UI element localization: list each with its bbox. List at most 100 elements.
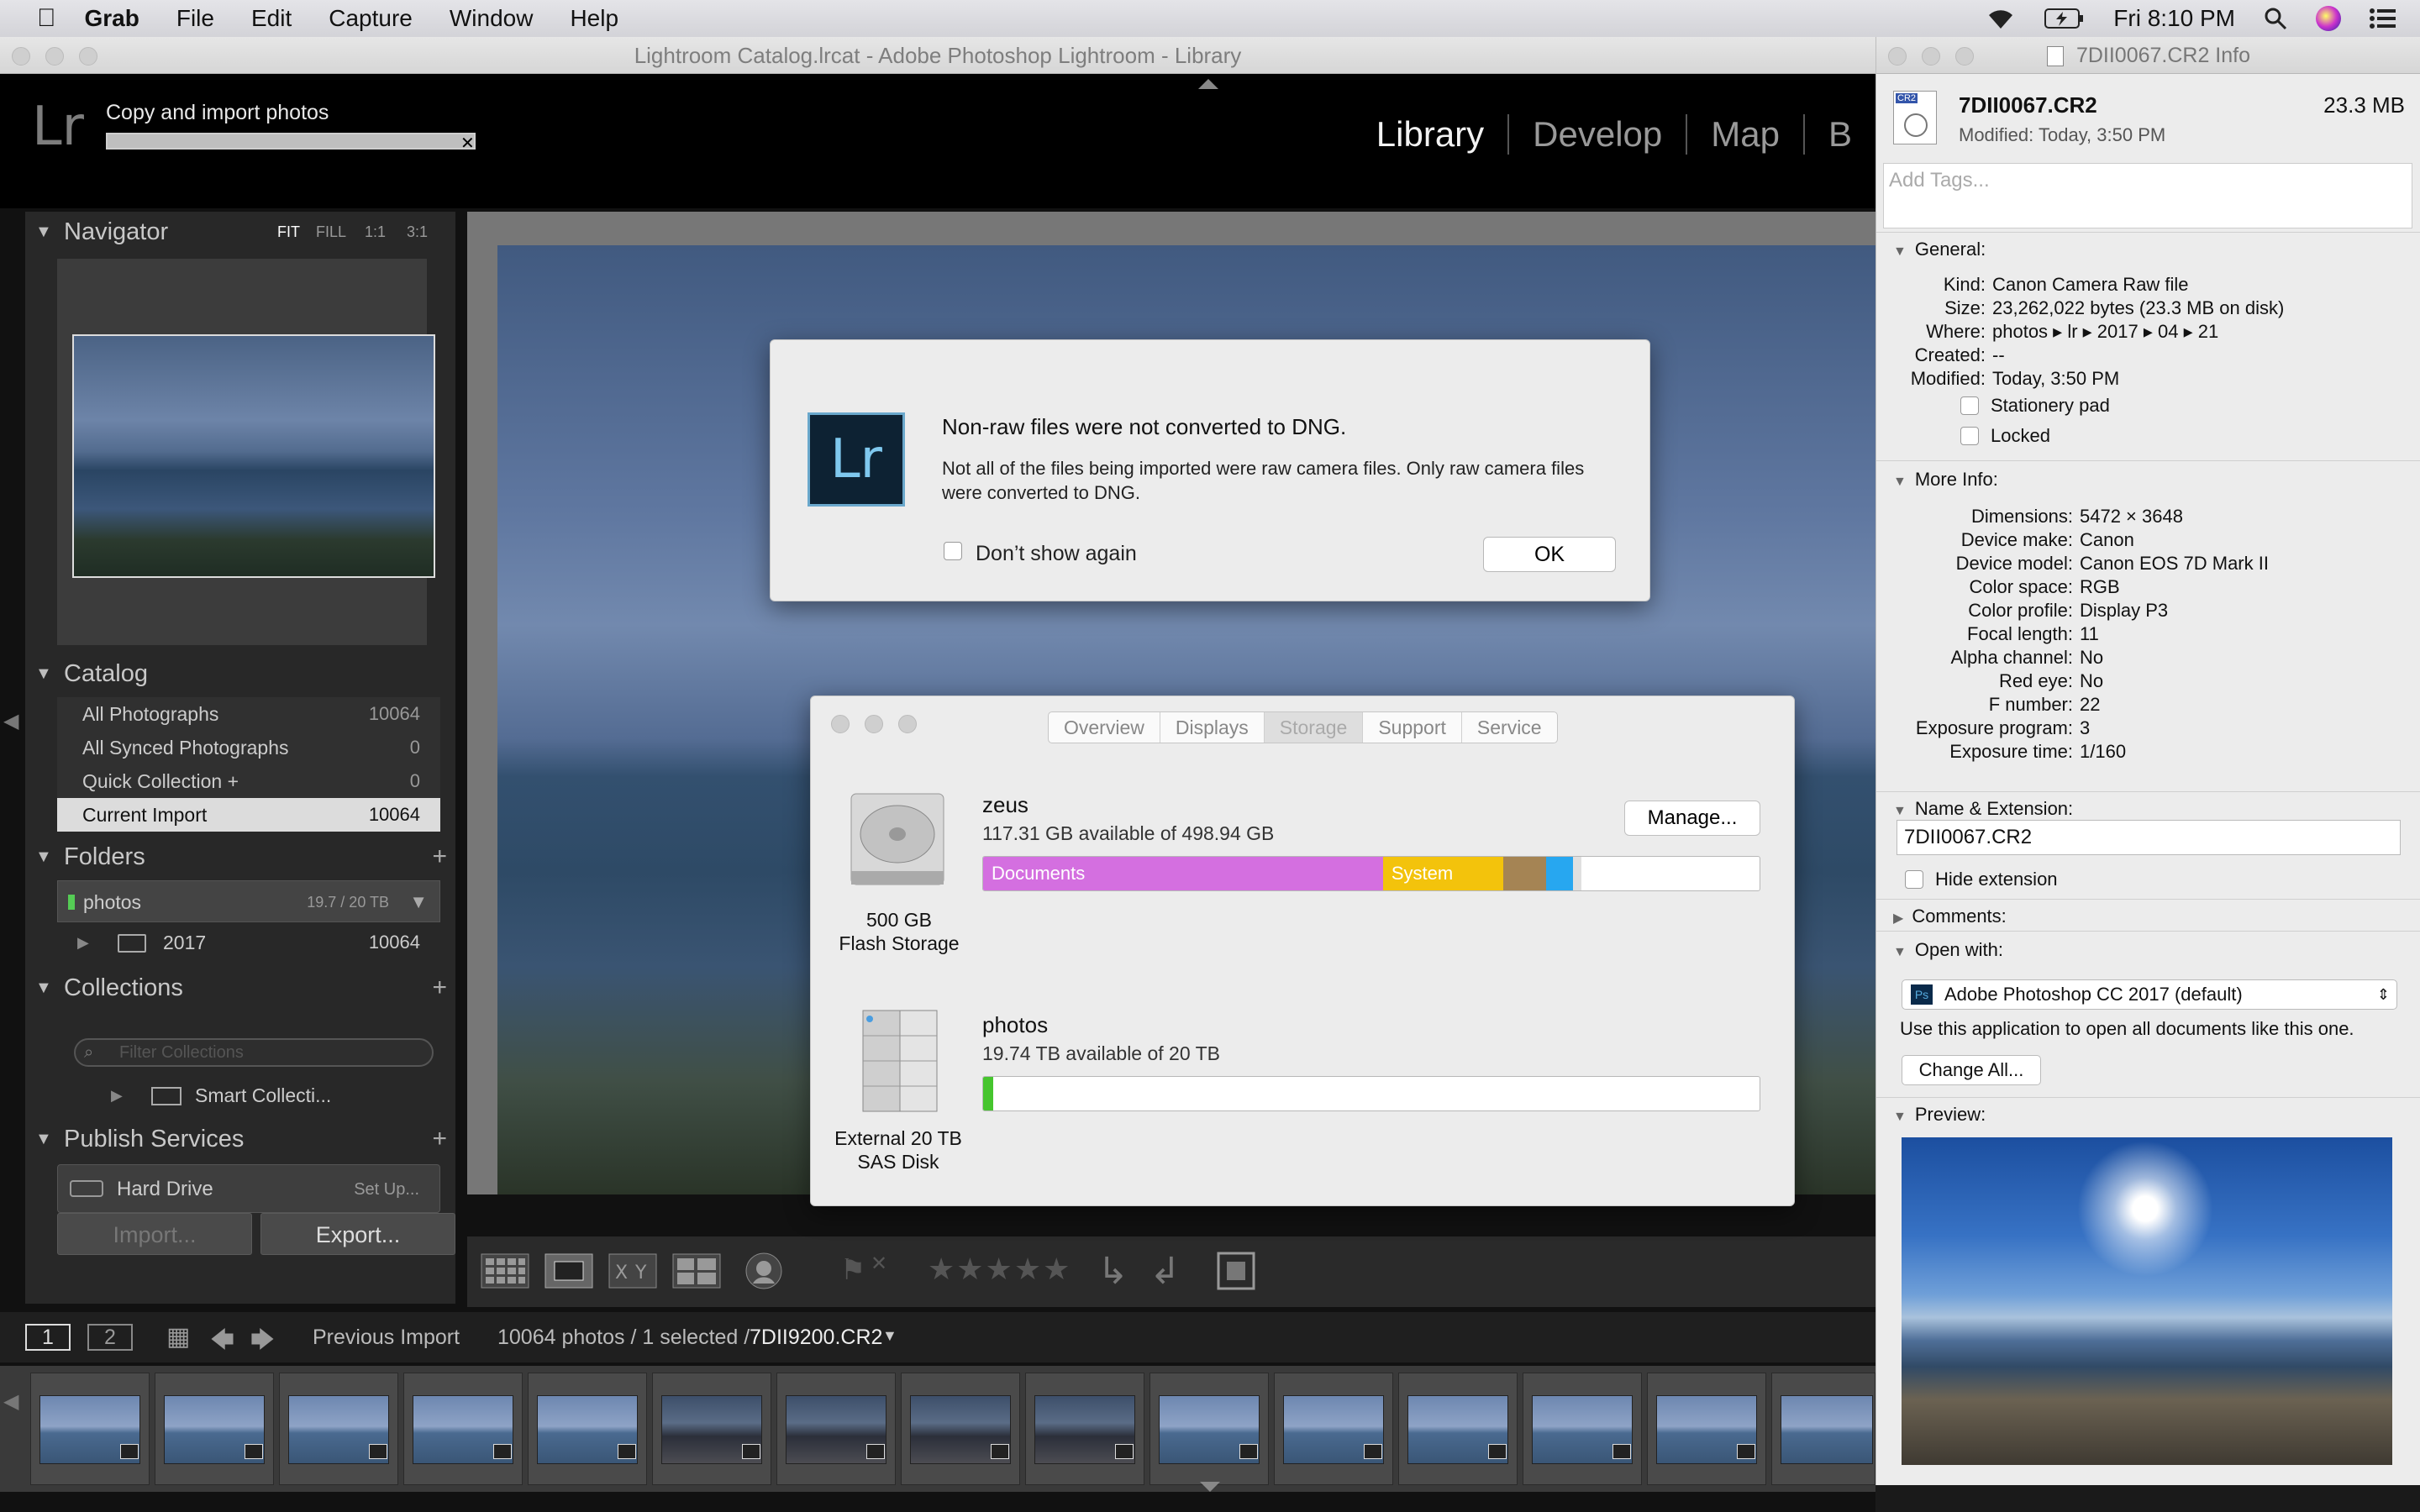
section-open-with[interactable]: ▼ Open with: (1893, 939, 2003, 961)
tab-service[interactable]: Service (1462, 712, 1557, 743)
disclosure-open-icon[interactable]: ▼ (1893, 244, 1907, 259)
window-minimize-button[interactable] (865, 715, 883, 733)
window-zoom-button[interactable] (898, 715, 917, 733)
collapse-triangle-icon[interactable]: ▼ (35, 837, 52, 877)
primary-window-button[interactable]: 1 (25, 1324, 71, 1351)
filmstrip-thumb[interactable] (1274, 1373, 1393, 1485)
menu-help[interactable]: Help (570, 5, 618, 32)
tab-support[interactable]: Support (1363, 712, 1462, 743)
navigator-header[interactable]: ▼ Navigator FIT FILL 1:1 3:1 (25, 212, 455, 252)
filmstrip-thumb[interactable] (30, 1373, 150, 1485)
disclosure-open-icon[interactable]: ▼ (1893, 945, 1907, 959)
filmstrip-selected-file[interactable]: 7DII9200.CR2 (750, 1326, 882, 1350)
collapse-bottom-panel-icon[interactable] (1200, 1482, 1220, 1492)
zoom-1-1[interactable]: 1:1 (365, 212, 386, 252)
catalog-item-current-import[interactable]: Current Import 10064 (57, 798, 440, 832)
wifi-icon[interactable] (1986, 7, 2016, 30)
import-button[interactable]: Import... (57, 1213, 252, 1255)
folders-header[interactable]: ▼ Folders + (25, 837, 455, 877)
filmstrip-thumb[interactable] (528, 1373, 647, 1485)
publish-services-header[interactable]: ▼ Publish Services + (25, 1119, 455, 1159)
forward-arrow-icon[interactable]: 🡆 (250, 1322, 275, 1362)
add-folder-icon[interactable]: + (432, 837, 447, 877)
storage-segment[interactable] (1573, 857, 1582, 890)
star-rating[interactable]: ★★★★★ (928, 1252, 1071, 1287)
loupe-view-icon[interactable] (544, 1253, 593, 1289)
grid-icon[interactable]: ▦ (166, 1322, 190, 1352)
grid-view-icon[interactable] (481, 1253, 529, 1289)
reject-flag-icon[interactable]: ✕ (871, 1252, 887, 1276)
disclosure-open-icon[interactable]: ▼ (1893, 1110, 1907, 1124)
file-name-input[interactable]: 7DII0067.CR2 (1897, 820, 2401, 855)
filmstrip-thumb[interactable] (279, 1373, 398, 1485)
catalog-item-quick-collection[interactable]: Quick Collection + 0 (57, 764, 440, 798)
open-with-select[interactable]: Ps Adobe Photoshop CC 2017 (default) ⇕ (1902, 979, 2397, 1010)
collapse-triangle-icon[interactable]: ▼ (35, 212, 52, 252)
collapse-left-panel-icon[interactable]: ◀ (3, 709, 18, 733)
zoom-3-1[interactable]: 3:1 (407, 212, 428, 252)
battery-icon[interactable] (2044, 8, 2085, 29)
module-book[interactable]: B (1805, 114, 1876, 155)
filmstrip-thumb[interactable] (652, 1373, 771, 1485)
filmstrip-thumb[interactable] (1647, 1373, 1766, 1485)
export-button[interactable]: Export... (260, 1213, 455, 1255)
stationery-pad-checkbox[interactable] (1960, 396, 1979, 415)
menu-edit[interactable]: Edit (251, 5, 292, 32)
menubar-clock[interactable]: Fri 8:10 PM (2113, 5, 2235, 32)
window-zoom-button[interactable] (1955, 47, 1974, 66)
tab-overview[interactable]: Overview (1049, 712, 1160, 743)
crop-overlay-icon[interactable] (1215, 1250, 1257, 1292)
expand-triangle-icon[interactable]: ▶ (111, 1079, 123, 1112)
filmstrip-source[interactable]: Previous Import (313, 1326, 460, 1350)
catalog-header[interactable]: ▼ Catalog (25, 654, 455, 694)
menu-capture[interactable]: Capture (329, 5, 413, 32)
secondary-window-button[interactable]: 2 (87, 1324, 133, 1351)
window-minimize-button[interactable] (1922, 47, 1940, 66)
storage-segment[interactable]: System (1382, 857, 1504, 890)
spotlight-search-icon[interactable] (2264, 7, 2287, 30)
locked-checkbox[interactable] (1960, 427, 1979, 445)
collapse-filmstrip-left-icon[interactable]: ◀ (3, 1389, 18, 1414)
rotate-left-icon[interactable]: ↳ (1097, 1250, 1128, 1293)
folder-volume-photos[interactable]: photos 19.7 / 20 TB ▼ (57, 880, 440, 922)
filmstrip-thumb[interactable] (901, 1373, 1020, 1485)
disk2-usage-bar[interactable] (982, 1076, 1760, 1111)
disclosure-closed-icon[interactable]: ▶ (1893, 911, 1903, 926)
section-comments[interactable]: ▶ Comments: (1893, 906, 2007, 927)
collapse-top-panel-icon[interactable] (1198, 79, 1218, 89)
section-general[interactable]: ▼ General: (1893, 239, 1986, 260)
collapse-triangle-icon[interactable]: ▼ (35, 654, 52, 694)
filmstrip-thumb[interactable] (1771, 1373, 1876, 1485)
publish-service-hard-drive[interactable]: Hard Drive Set Up... (57, 1164, 440, 1213)
apple-menu-icon[interactable]:  (37, 4, 56, 33)
storage-segment[interactable]: Documents (983, 857, 1383, 890)
filename-dropdown-icon[interactable]: ▼ (882, 1327, 897, 1345)
catalog-item-all-photographs[interactable]: All Photographs 10064 (57, 697, 440, 731)
change-all-button[interactable]: Change All... (1902, 1055, 2041, 1085)
expand-triangle-icon[interactable]: ▶ (77, 926, 89, 959)
ok-button[interactable]: OK (1483, 537, 1616, 572)
storage-segment[interactable] (983, 1077, 993, 1110)
section-more-info[interactable]: ▼ More Info: (1893, 469, 1998, 491)
survey-view-icon[interactable] (672, 1253, 721, 1289)
back-arrow-icon[interactable]: 🡄 (210, 1322, 234, 1362)
tab-displays[interactable]: Displays (1160, 712, 1265, 743)
collapse-triangle-icon[interactable]: ▼ (35, 1119, 52, 1159)
add-tags-field[interactable]: Add Tags... (1883, 163, 2412, 228)
cancel-import-icon[interactable]: ✕ (460, 133, 475, 154)
disclosure-open-icon[interactable]: ▼ (1893, 804, 1907, 818)
window-close-button[interactable] (831, 715, 850, 733)
filmstrip-thumb[interactable] (1025, 1373, 1144, 1485)
flag-icon[interactable]: ⚑ (840, 1253, 865, 1287)
user-avatar-icon[interactable] (2316, 6, 2341, 31)
people-view-icon[interactable] (744, 1252, 783, 1290)
navigator-thumbnail[interactable] (72, 334, 435, 578)
disk1-usage-bar[interactable]: Documents System (982, 856, 1760, 891)
volume-menu-icon[interactable]: ▼ (409, 881, 428, 923)
filmstrip-thumb[interactable] (1398, 1373, 1518, 1485)
module-library[interactable]: Library (1353, 114, 1510, 155)
rotate-right-icon[interactable]: ↲ (1150, 1250, 1181, 1293)
filmstrip-thumb[interactable] (1523, 1373, 1642, 1485)
dont-show-again-checkbox[interactable] (944, 542, 962, 560)
menu-window[interactable]: Window (450, 5, 534, 32)
